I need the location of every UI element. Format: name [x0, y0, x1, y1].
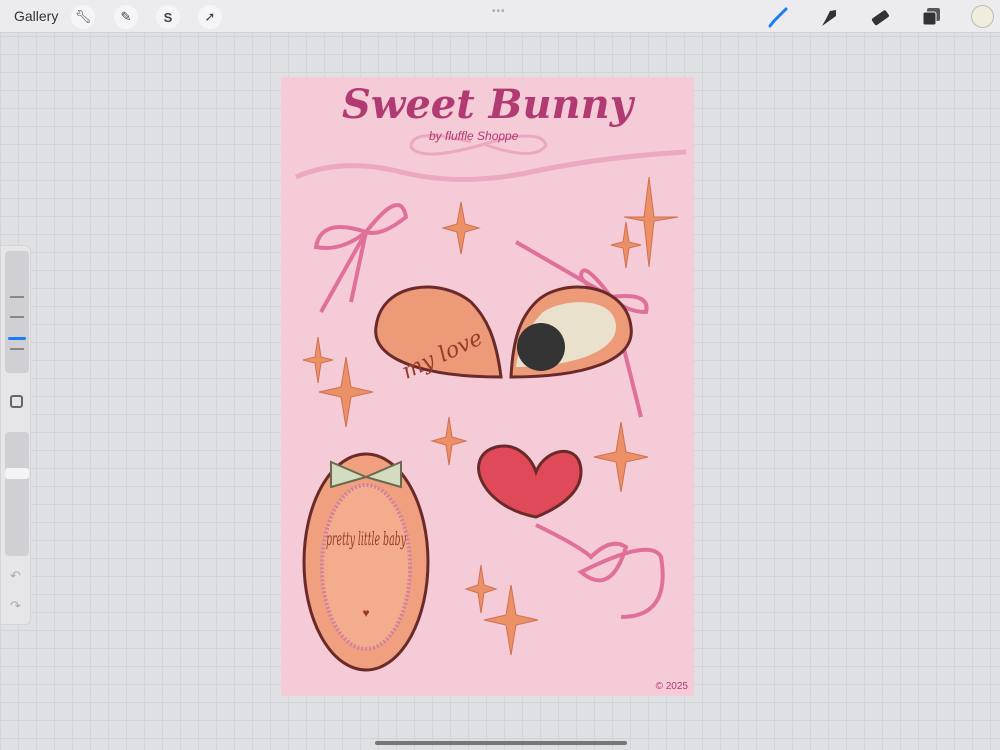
wrench-icon[interactable]: 🔧︎: [71, 5, 95, 29]
modify-button[interactable]: [10, 395, 23, 408]
color-picker-button[interactable]: [971, 5, 994, 28]
svg-text:♥: ♥: [362, 606, 369, 620]
brush-size-slider[interactable]: [5, 251, 29, 373]
artwork-canvas[interactable]: my love pretty little baby ♥ Sweet Bunny…: [281, 77, 694, 696]
gallery-button[interactable]: Gallery: [14, 8, 58, 24]
smudge-icon[interactable]: [817, 5, 841, 29]
top-toolbar: Gallery 🔧︎ ✎ S ➚ •••: [0, 0, 1000, 33]
opacity-handle[interactable]: [5, 468, 29, 479]
brush-icon[interactable]: [766, 5, 790, 29]
magic-wand-icon[interactable]: ✎: [114, 5, 138, 29]
brush-size-handle[interactable]: [8, 337, 26, 340]
artwork-copyright: © 2025: [655, 681, 688, 692]
layers-icon[interactable]: [919, 5, 943, 29]
sidebar: ↶ ↷: [0, 245, 31, 625]
more-dots-icon[interactable]: •••: [492, 6, 506, 17]
undo-icon[interactable]: ↶: [10, 568, 21, 584]
redo-icon[interactable]: ↷: [10, 598, 21, 614]
mirror-text: pretty little baby: [326, 528, 406, 550]
artwork-byline: by fluffle Shoppe: [429, 129, 519, 143]
artwork-illustration: my love pretty little baby ♥: [294, 134, 687, 672]
opacity-slider[interactable]: [5, 432, 29, 556]
artwork-title: Sweet Bunny: [342, 81, 633, 128]
transform-icon[interactable]: ➚: [198, 5, 222, 29]
selection-icon[interactable]: S: [156, 5, 180, 29]
eraser-icon[interactable]: [868, 5, 892, 29]
home-indicator[interactable]: [375, 741, 627, 745]
